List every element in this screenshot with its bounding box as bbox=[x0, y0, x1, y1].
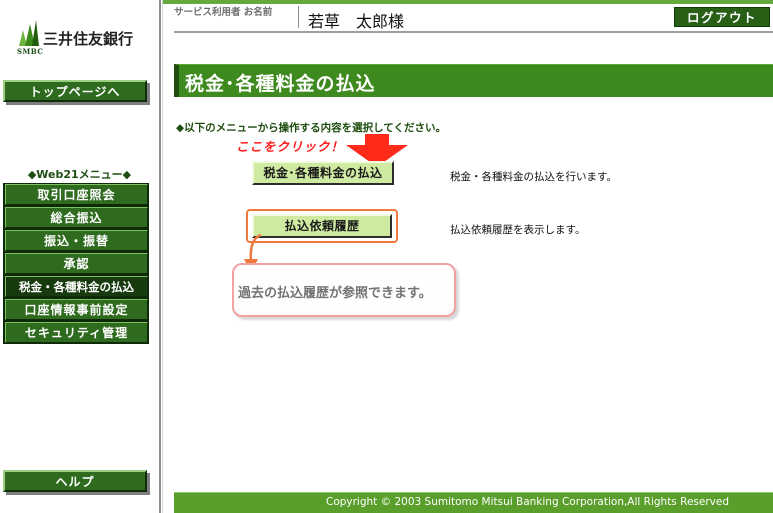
sidebar-item-account-settings[interactable]: 口座情報事前設定 bbox=[5, 299, 148, 320]
click-hint: ここをクリック！ bbox=[236, 139, 345, 154]
help-button[interactable]: ヘルプ bbox=[3, 470, 147, 492]
user-name: 若草 太郎様 bbox=[308, 12, 405, 31]
smbc-leaf-icon bbox=[19, 20, 39, 46]
menu-heading: ◆Web21メニュー◆ bbox=[27, 168, 132, 181]
sidebar-item-security[interactable]: セキュリティ管理 bbox=[5, 322, 148, 343]
callout-text: 過去の払込履歴が参照できます。 bbox=[238, 286, 432, 301]
copyright-text: Copyright © 2003 Sumitomo Mitsui Banking… bbox=[325, 496, 729, 508]
bank-logo: SMBC 三井住友銀行 bbox=[17, 20, 157, 60]
sidebar-item-transfer[interactable]: 振込・振替 bbox=[5, 230, 148, 251]
history-callout: 過去の払込履歴が参照できます。 bbox=[232, 263, 456, 317]
sidebar-divider-shadow bbox=[162, 0, 163, 513]
sidebar-item-account-inquiry[interactable]: 取引口座照会 bbox=[5, 184, 148, 205]
instruction-text: ◆以下のメニューから操作する内容を選択してください。 bbox=[176, 122, 446, 134]
logout-button[interactable]: ログアウト bbox=[674, 7, 770, 27]
tax-payment-description: 税金・各種料金の払込を行います。 bbox=[450, 171, 617, 183]
footer: Copyright © 2003 Sumitomo Mitsui Banking… bbox=[174, 492, 773, 513]
payment-history-description: 払込依頼履歴を表示します。 bbox=[450, 224, 586, 236]
sidebar-menu: 取引口座照会 総合振込 振込・振替 承認 税金・各種料金の払込 口座情報事前設定… bbox=[3, 183, 149, 344]
logo-text: 三井住友銀行 bbox=[43, 30, 134, 48]
header-underline bbox=[174, 31, 773, 33]
sidebar-item-approval[interactable]: 承認 bbox=[5, 253, 148, 274]
sidebar-item-tax-payment[interactable]: 税金・各種料金の払込 bbox=[5, 276, 148, 297]
sidebar-item-bulk-transfer[interactable]: 総合振込 bbox=[5, 207, 148, 228]
user-divider bbox=[298, 6, 299, 28]
user-caption: サービス利用者 お名前 bbox=[174, 7, 273, 18]
page-title: 税金･各種料金の払込 bbox=[185, 73, 376, 95]
logo-subtitle: SMBC bbox=[17, 47, 44, 56]
sidebar: SMBC 三井住友銀行 トップページへ ◆Web21メニュー◆ 取引口座照会 総… bbox=[0, 0, 160, 513]
tax-payment-button[interactable]: 税金･各種料金の払込 bbox=[252, 161, 394, 185]
payment-history-button[interactable]: 払込依頼履歴 bbox=[252, 214, 392, 238]
sidebar-divider bbox=[159, 0, 161, 513]
top-page-button[interactable]: トップページへ bbox=[3, 80, 147, 102]
page-title-bar: 税金･各種料金の払込 bbox=[174, 64, 773, 97]
